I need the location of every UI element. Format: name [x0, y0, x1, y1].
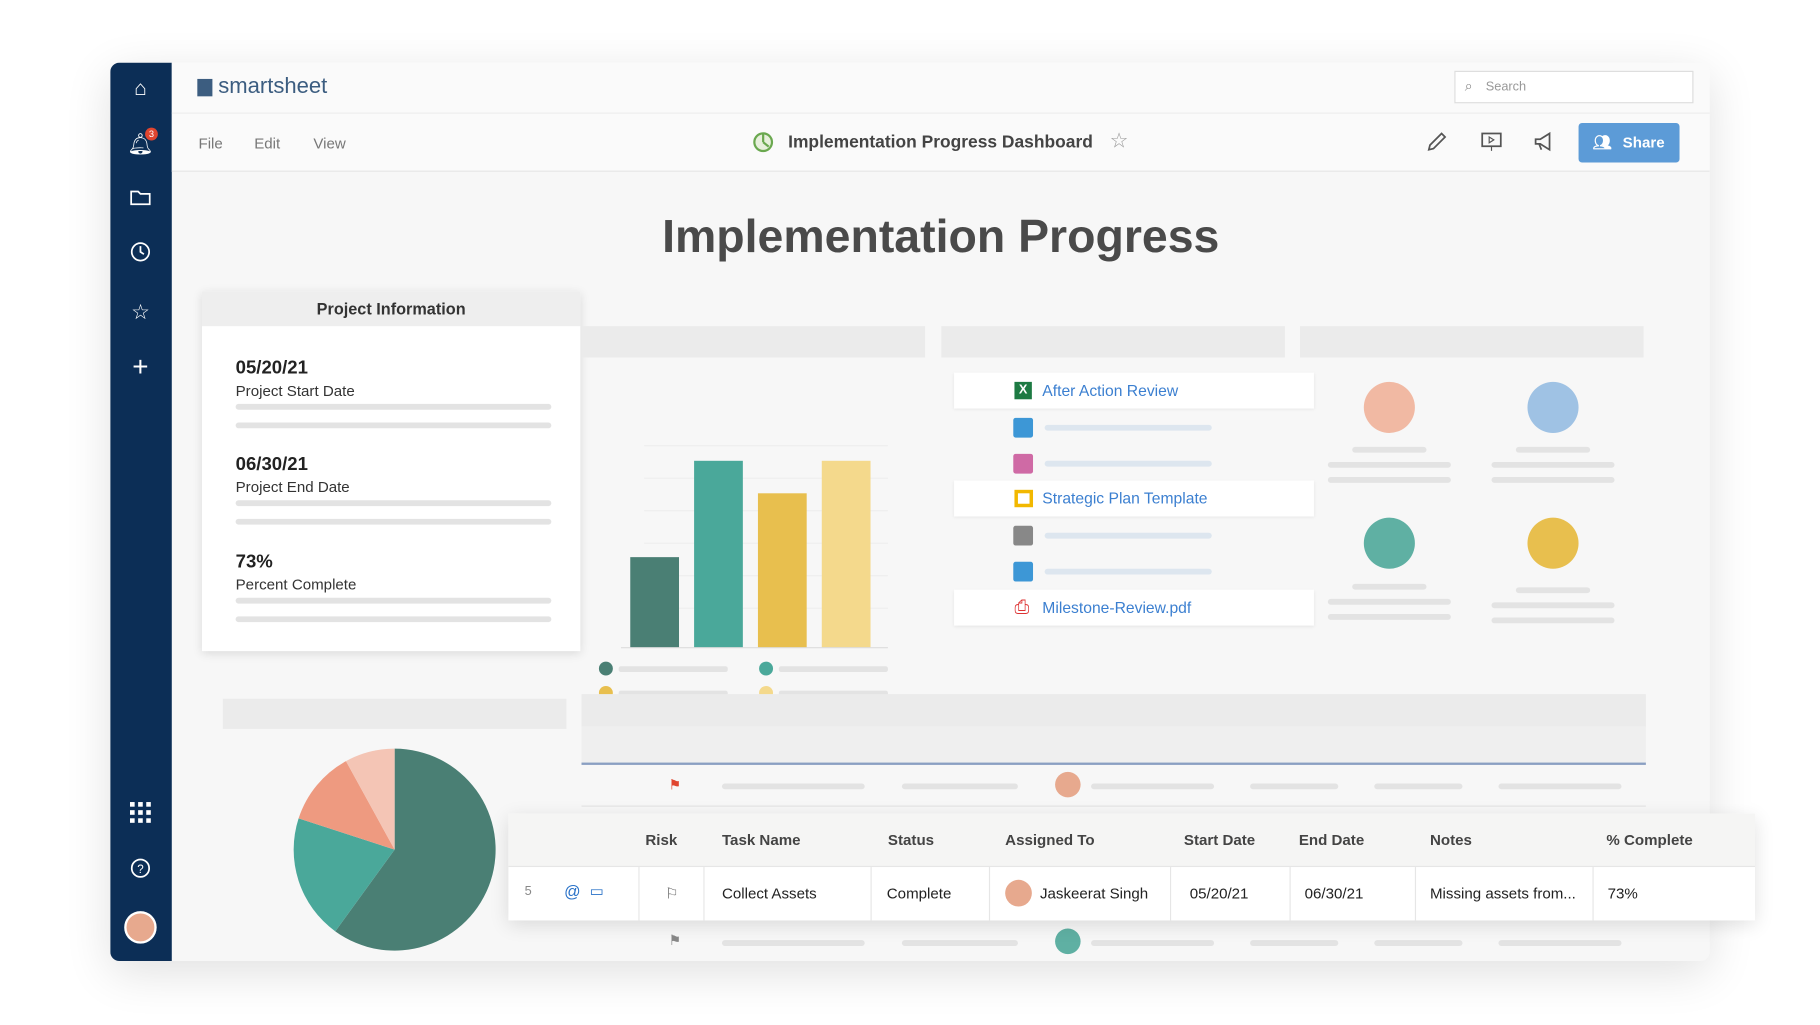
- file-name[interactable]: Strategic Plan Template: [1042, 481, 1207, 517]
- search-icon: ⌕: [1464, 77, 1473, 95]
- legend-dot: [598, 661, 613, 676]
- menu-view[interactable]: View: [313, 135, 345, 152]
- task-name-cell[interactable]: Collect Assets: [722, 884, 817, 901]
- row-number: 5: [524, 884, 532, 899]
- slides-icon: [1014, 489, 1034, 508]
- flag-icon[interactable]: ⚑: [669, 932, 681, 948]
- end-date-value: 06/30/21: [235, 454, 308, 475]
- notes-cell[interactable]: Missing assets from...: [1430, 884, 1576, 901]
- apps-grid-icon[interactable]: [127, 802, 155, 830]
- flag-icon[interactable]: ⚑: [669, 777, 681, 793]
- notification-badge: 3: [145, 127, 158, 141]
- share-button[interactable]: 👥︎ Share: [1578, 123, 1680, 163]
- column-header-percent-complete[interactable]: % Complete: [1606, 831, 1692, 848]
- bar: [821, 460, 871, 648]
- bar: [757, 493, 807, 648]
- menu-edit[interactable]: Edit: [254, 135, 280, 152]
- excel-icon: X: [1014, 381, 1032, 400]
- column-header-notes[interactable]: Notes: [1430, 831, 1472, 848]
- user-avatar[interactable]: [124, 911, 157, 944]
- legend-line: [618, 666, 728, 673]
- project-info-title: Project Information: [201, 291, 581, 327]
- flag-icon[interactable]: ⚐: [665, 884, 679, 903]
- column-header-status[interactable]: Status: [888, 831, 934, 848]
- column-header-end-date[interactable]: End Date: [1299, 831, 1364, 848]
- grid-row: ⚑: [582, 923, 1646, 961]
- present-icon[interactable]: [1480, 130, 1503, 153]
- legend-dot: [759, 661, 774, 676]
- end-date-label: Project End Date: [235, 478, 350, 496]
- file-row[interactable]: ⎙ Milestone-Review.pdf: [954, 589, 1314, 626]
- team-avatar: [1363, 517, 1415, 569]
- share-label: Share: [1622, 133, 1665, 151]
- clock-icon[interactable]: [127, 241, 155, 269]
- dashboard-icon: [753, 132, 774, 153]
- team-avatar: [1363, 381, 1415, 433]
- percent-complete-label: Percent Complete: [235, 575, 357, 594]
- team-avatar: [1527, 381, 1579, 433]
- bar: [630, 557, 680, 648]
- percent-complete-value: 73%: [235, 552, 273, 573]
- file-row[interactable]: Strategic Plan Template: [954, 480, 1314, 517]
- menu-file[interactable]: File: [198, 135, 222, 152]
- attachment-icon[interactable]: @: [564, 882, 581, 901]
- start-date-value: 05/20/21: [235, 358, 308, 379]
- help-icon[interactable]: ?: [127, 858, 155, 886]
- logo: smartsheet: [218, 74, 328, 99]
- grid-header-row: Risk Task Name Status Assigned To Start …: [508, 813, 1755, 868]
- column-header-task-name[interactable]: Task Name: [722, 831, 801, 848]
- start-date-label: Project Start Date: [235, 381, 355, 400]
- start-date-cell[interactable]: 05/20/21: [1190, 884, 1249, 901]
- team-avatar: [1527, 517, 1579, 569]
- widget-header-placeholder: [941, 326, 1285, 358]
- file-row[interactable]: X After Action Review: [954, 372, 1314, 409]
- bar: [694, 460, 743, 648]
- dashboard-title: Implementation Progress Dashboard: [788, 132, 1093, 153]
- assignee-avatar: [1005, 879, 1032, 907]
- sidebar: ⌂ 🔔︎ 3 ☆ + ?: [110, 62, 172, 962]
- grid-row: ⚑: [581, 766, 1646, 807]
- assigned-to-cell[interactable]: Jaskeerat Singh: [1040, 884, 1148, 901]
- grid-row-selected[interactable]: 5 @ ▭ ⚐ Collect Assets Complete Jaskeera…: [508, 867, 1755, 921]
- end-date-cell[interactable]: 06/30/21: [1305, 884, 1364, 901]
- folder-icon[interactable]: [127, 186, 155, 214]
- star-icon[interactable]: ☆: [127, 298, 155, 326]
- bar-chart: [598, 445, 888, 700]
- svg-text:?: ?: [137, 863, 144, 876]
- favorite-star-icon[interactable]: ☆: [1110, 129, 1129, 153]
- home-icon[interactable]: ⌂: [127, 74, 155, 102]
- smartsheet-logo-icon: [197, 78, 213, 97]
- column-header-start-date[interactable]: Start Date: [1184, 831, 1255, 848]
- comment-icon[interactable]: ▭: [590, 882, 604, 901]
- grid-header-placeholder: [581, 694, 1646, 727]
- status-cell[interactable]: Complete: [887, 884, 952, 901]
- megaphone-icon[interactable]: [1532, 130, 1555, 153]
- widget-header-placeholder: [222, 698, 567, 729]
- plus-icon[interactable]: +: [127, 353, 155, 382]
- search-input[interactable]: ⌕ Search: [1454, 70, 1694, 104]
- edit-pencil-icon[interactable]: [1425, 130, 1448, 153]
- column-header-risk[interactable]: Risk: [645, 831, 677, 848]
- pie-chart: [293, 748, 496, 951]
- widget-header-placeholder: [581, 326, 926, 358]
- legend-line: [778, 666, 888, 673]
- people-icon: 👥︎: [1592, 133, 1612, 151]
- widget-header-placeholder: [1299, 326, 1644, 358]
- menu-bar: File Edit View Implementation Progress D…: [171, 113, 1710, 172]
- file-name[interactable]: Milestone-Review.pdf: [1042, 590, 1191, 626]
- grid-card: Risk Task Name Status Assigned To Start …: [508, 813, 1755, 921]
- project-info-card: Project Information 05/20/21 Project Sta…: [201, 291, 581, 652]
- pdf-icon: ⎙: [1014, 597, 1030, 618]
- top-bar: smartsheet ⌕ Search: [171, 62, 1710, 114]
- column-header-assigned-to[interactable]: Assigned To: [1005, 831, 1094, 848]
- percent-complete-cell[interactable]: 73%: [1608, 884, 1638, 901]
- file-name[interactable]: After Action Review: [1042, 373, 1178, 409]
- search-placeholder: Search: [1485, 80, 1527, 95]
- page-heading: Implementation Progress: [662, 211, 1220, 263]
